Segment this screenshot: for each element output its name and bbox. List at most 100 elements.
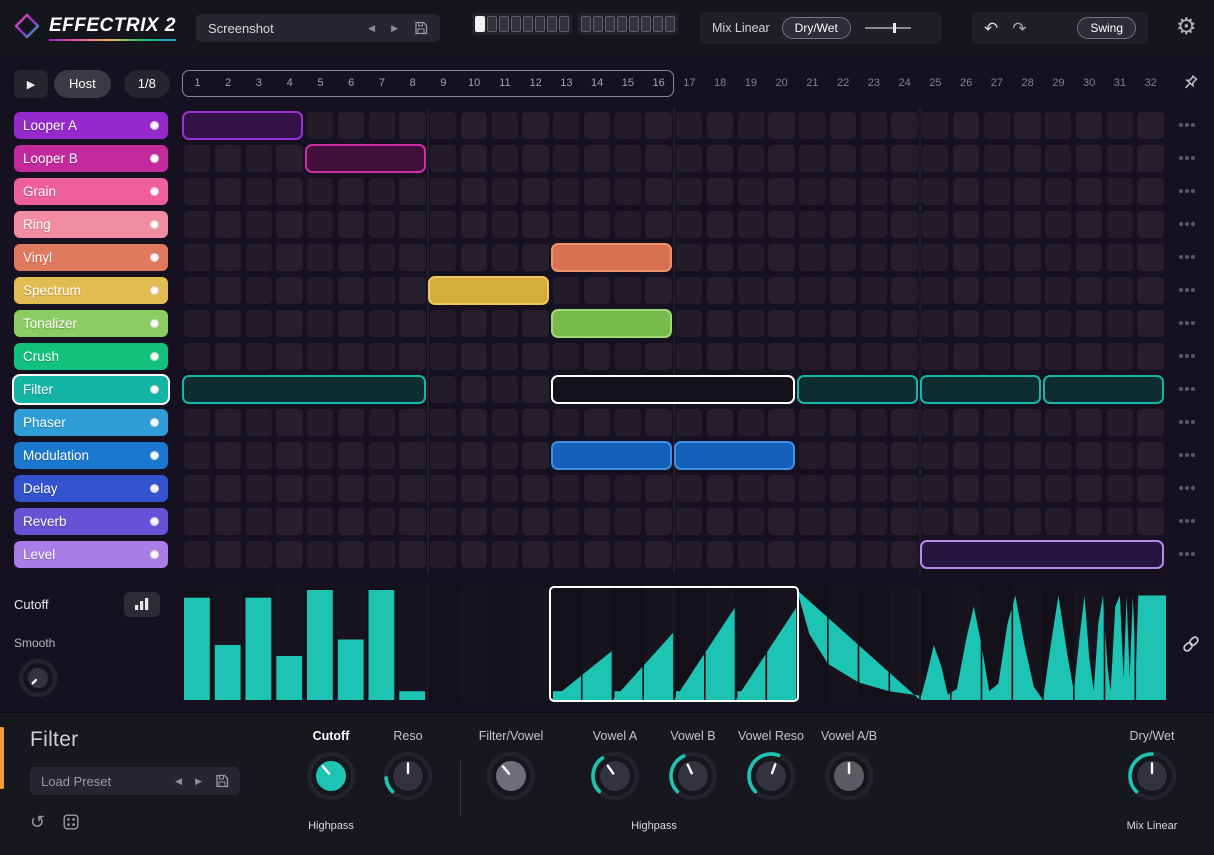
grid-cell[interactable] (522, 541, 549, 568)
pattern-square-2[interactable] (487, 16, 497, 32)
grid-cell[interactable] (460, 541, 487, 568)
grid-cell[interactable] (583, 211, 610, 238)
grid-cell[interactable] (491, 211, 518, 238)
grid-cell[interactable] (645, 145, 672, 172)
track-modulation[interactable]: Modulation (14, 442, 168, 469)
column-number-28[interactable]: 28 (1012, 70, 1043, 97)
grid-cell[interactable] (460, 145, 487, 172)
grid-cell[interactable] (307, 409, 334, 436)
grid-cell[interactable] (799, 145, 826, 172)
grid-cell[interactable] (522, 211, 549, 238)
grid-cell[interactable] (276, 178, 303, 205)
pattern-square-11[interactable] (605, 16, 615, 32)
grid-cell[interactable] (245, 310, 272, 337)
grid-cell[interactable] (676, 145, 703, 172)
preset-save-icon[interactable] (414, 21, 428, 35)
grid-cell[interactable] (430, 145, 457, 172)
grid-cell[interactable] (214, 508, 241, 535)
grid-cell[interactable] (737, 178, 764, 205)
grid-cell[interactable] (829, 508, 856, 535)
grid-cell[interactable] (614, 211, 641, 238)
grid-cell[interactable] (245, 343, 272, 370)
grid-cell[interactable] (553, 343, 580, 370)
grid-cell[interactable] (399, 112, 426, 139)
grid-cell[interactable] (829, 442, 856, 469)
track-vinyl[interactable]: Vinyl (14, 244, 168, 271)
column-number-21[interactable]: 21 (797, 70, 828, 97)
grid-cell[interactable] (860, 178, 887, 205)
sequencer-block[interactable] (428, 276, 549, 305)
grid-cell[interactable] (737, 277, 764, 304)
grid-cell[interactable] (214, 475, 241, 502)
grid-cell[interactable] (1106, 178, 1133, 205)
grid-cell[interactable] (522, 409, 549, 436)
grid-cell[interactable] (891, 508, 918, 535)
grid-cell[interactable] (1014, 475, 1041, 502)
grid-cell[interactable] (553, 145, 580, 172)
grid-cell[interactable] (522, 475, 549, 502)
track-enable-dot[interactable] (150, 187, 159, 196)
grid-cell[interactable] (583, 277, 610, 304)
grid-cell[interactable] (337, 442, 364, 469)
pattern-square-7[interactable] (547, 16, 557, 32)
grid-cell[interactable] (737, 508, 764, 535)
grid-cell[interactable] (1106, 277, 1133, 304)
grid-cell[interactable] (860, 244, 887, 271)
grid-cell[interactable] (922, 343, 949, 370)
grid-cell[interactable] (368, 112, 395, 139)
grid-cell[interactable] (184, 145, 211, 172)
grid-cell[interactable] (1014, 508, 1041, 535)
sequencer-block-selected[interactable] (551, 375, 795, 404)
grid-cell[interactable] (645, 409, 672, 436)
grid-cell[interactable] (307, 475, 334, 502)
sequencer-block[interactable] (551, 441, 672, 470)
grid-cell[interactable] (337, 343, 364, 370)
grid-cell[interactable] (184, 244, 211, 271)
track-delay[interactable]: Delay (14, 475, 168, 502)
grid-cell[interactable] (276, 277, 303, 304)
grid-cell[interactable] (460, 475, 487, 502)
pattern-square-12[interactable] (617, 16, 627, 32)
grid-cell[interactable] (245, 277, 272, 304)
grid-cell[interactable] (891, 178, 918, 205)
grid-cell[interactable] (184, 211, 211, 238)
grid-cell[interactable] (768, 409, 795, 436)
pattern-square-13[interactable] (629, 16, 639, 32)
grid-cell[interactable] (676, 178, 703, 205)
grid-cell[interactable] (1045, 145, 1072, 172)
grid-cell[interactable] (952, 343, 979, 370)
grid-cell[interactable] (829, 310, 856, 337)
grid-cell[interactable] (214, 343, 241, 370)
grid-cell[interactable] (1045, 277, 1072, 304)
grid-cell[interactable] (1075, 211, 1102, 238)
sequencer-block[interactable] (920, 540, 1164, 569)
track-enable-dot[interactable] (150, 121, 159, 130)
grid-cell[interactable] (891, 145, 918, 172)
grid-cell[interactable] (891, 277, 918, 304)
grid-cell[interactable] (245, 541, 272, 568)
grid-cell[interactable] (245, 178, 272, 205)
grid-cell[interactable] (184, 277, 211, 304)
grid-cell[interactable] (891, 475, 918, 502)
effect-preset-selector[interactable]: Load Preset ◀ ▶ (30, 767, 240, 795)
grid-cell[interactable] (214, 409, 241, 436)
grid-cell[interactable] (676, 277, 703, 304)
column-number-4[interactable]: 4 (274, 70, 305, 97)
row-menu-button[interactable] (1179, 255, 1195, 259)
grid-cell[interactable] (430, 541, 457, 568)
column-number-11[interactable]: 11 (490, 70, 521, 97)
grid-cell[interactable] (983, 310, 1010, 337)
grid-cell[interactable] (430, 475, 457, 502)
sequencer-block[interactable] (797, 375, 918, 404)
grid-cell[interactable] (676, 244, 703, 271)
grid-cell[interactable] (583, 145, 610, 172)
grid-cell[interactable] (829, 409, 856, 436)
grid-cell[interactable] (799, 277, 826, 304)
grid-cell[interactable] (799, 442, 826, 469)
track-enable-dot[interactable] (150, 286, 159, 295)
grid-cell[interactable] (768, 178, 795, 205)
grid-cell[interactable] (460, 310, 487, 337)
grid-cell[interactable] (430, 343, 457, 370)
grid-cell[interactable] (614, 541, 641, 568)
grid-cell[interactable] (860, 541, 887, 568)
